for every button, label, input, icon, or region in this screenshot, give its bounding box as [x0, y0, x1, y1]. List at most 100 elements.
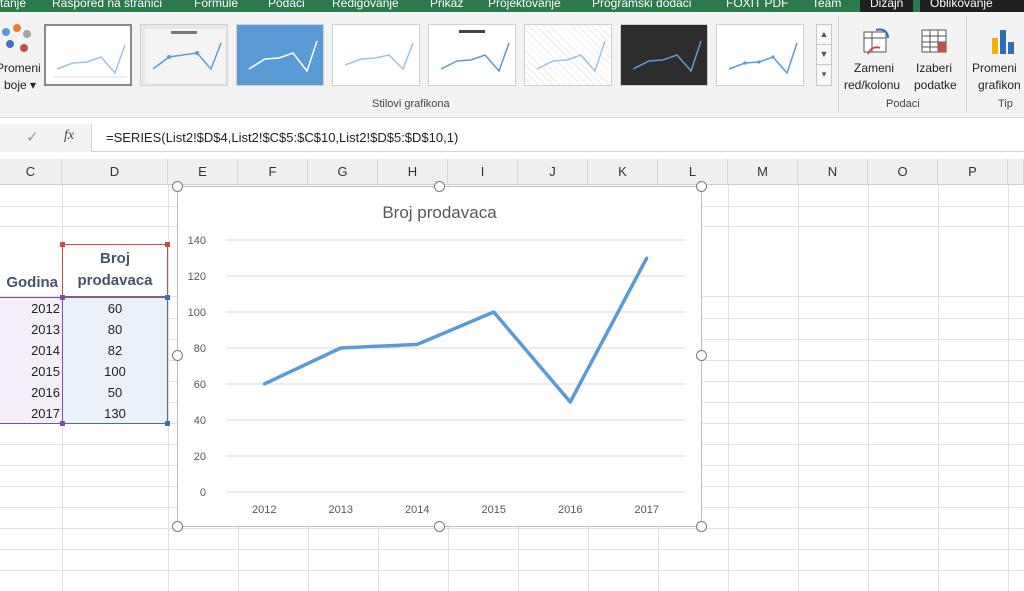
- range-handle[interactable]: [60, 295, 65, 300]
- chart-style-6[interactable]: [524, 24, 612, 86]
- y-tick-label: 120: [188, 271, 206, 283]
- data-point[interactable]: [492, 310, 496, 314]
- resize-handle-top-right[interactable]: [696, 181, 707, 192]
- column-header-j[interactable]: J: [518, 159, 588, 185]
- column-header-p[interactable]: P: [938, 159, 1008, 185]
- scroll-down-icon[interactable]: ▼: [817, 45, 831, 65]
- column-header-o[interactable]: O: [868, 159, 938, 185]
- column-header-f[interactable]: F: [238, 159, 308, 185]
- chart-style-1[interactable]: [44, 24, 132, 86]
- column-header-n[interactable]: N: [798, 159, 868, 185]
- range-handle[interactable]: [60, 242, 65, 247]
- data-point[interactable]: [415, 342, 419, 346]
- formula-bar-controls: ✓ fx: [0, 124, 92, 152]
- palette-icon: [2, 24, 31, 52]
- switch-row-column-icon: [863, 28, 889, 55]
- switch-row-column-button[interactable]: Zameni red/kolonu: [842, 12, 912, 96]
- resize-handle-top[interactable]: [434, 181, 445, 192]
- x-tick-label: 2013: [329, 504, 353, 516]
- switch-row-column-label-1: Zameni: [854, 61, 895, 75]
- chart-style-5[interactable]: [428, 24, 516, 86]
- chart-style-8[interactable]: [716, 24, 804, 86]
- range-handle[interactable]: [60, 421, 65, 426]
- x-tick-label: 2017: [635, 504, 659, 516]
- select-data-icon: [921, 29, 947, 53]
- tab-layout[interactable]: Raspored na stranici: [52, 0, 162, 12]
- range-handle[interactable]: [165, 295, 170, 300]
- tab-format[interactable]: Oblikovanje: [920, 0, 1024, 12]
- gallery-more-icon[interactable]: ▾: [817, 65, 831, 85]
- select-data-label-2: podatke: [914, 78, 957, 92]
- column-header-i[interactable]: I: [448, 159, 518, 185]
- column-header-c[interactable]: C: [0, 159, 62, 185]
- tab-view[interactable]: Prikaz: [430, 0, 463, 12]
- range-handle[interactable]: [165, 242, 170, 247]
- formula-bar: ✓ fx =SERIES(List2!$D$4,List2!$C$5:$C$10…: [0, 124, 1024, 152]
- y-tick-label: 140: [188, 235, 206, 247]
- column-header-d[interactable]: D: [62, 159, 168, 185]
- chart-style-7[interactable]: [620, 24, 708, 86]
- change-colors-label-2: boje ▾: [4, 78, 37, 92]
- data-point[interactable]: [262, 382, 266, 386]
- series-name-outline: [62, 244, 168, 297]
- tab-design[interactable]: Dizajn: [860, 0, 914, 12]
- style-thumbnail-icon: [536, 40, 606, 73]
- style-thumbnail-icon: [728, 42, 798, 75]
- ribbon: Promeni boje ▾ ▲ ▼ ▾ Stilovi grafikona Z…: [0, 12, 1024, 118]
- x-tick-label: 2016: [558, 504, 582, 516]
- chart-type-icon: [992, 30, 1014, 54]
- chart-style-3[interactable]: [236, 24, 324, 86]
- resize-handle-top-left[interactable]: [172, 181, 183, 192]
- tab-developer[interactable]: Projektovanje: [488, 0, 561, 12]
- style-thumbnail-icon: [248, 40, 318, 73]
- series-values-outline: [62, 297, 168, 424]
- y-tick-label: 80: [194, 343, 206, 355]
- chart-plot-area: 0 20 40 60 80 100 120 140 2012 2013 2014 2015 2016 20…: [188, 235, 685, 516]
- excel-window: { "tabs": [ {"id": "tab-0", "label": "ta…: [0, 0, 1024, 591]
- style-thumbnail-icon: [53, 44, 127, 78]
- style-thumbnail-icon: [145, 29, 225, 83]
- column-header-q[interactable]: [1008, 159, 1024, 185]
- column-header-m[interactable]: M: [728, 159, 798, 185]
- change-colors-button[interactable]: Promeni boje ▾: [0, 12, 41, 102]
- scroll-up-icon[interactable]: ▲: [817, 25, 831, 45]
- change-chart-label-1: Promeni: [972, 61, 1017, 75]
- gallery-scroll-control[interactable]: ▲ ▼ ▾: [816, 24, 832, 86]
- tab-addins[interactable]: Programski dodaci: [592, 0, 691, 12]
- x-tick-label: 2014: [405, 504, 429, 516]
- tab-review[interactable]: Redigovanje: [332, 0, 399, 12]
- chart-style-2[interactable]: [140, 24, 228, 86]
- select-data-label-1: Izaberi: [916, 61, 953, 75]
- data-point[interactable]: [339, 346, 343, 350]
- change-colors-label-1: Promeni: [0, 61, 41, 75]
- tab-formulas[interactable]: Formule: [194, 0, 238, 12]
- ribbon-tab-bar: tanje Raspored na stranici Formule Podac…: [0, 0, 1024, 12]
- range-handle[interactable]: [165, 421, 170, 426]
- tab-0[interactable]: tanje: [0, 0, 26, 12]
- chart-style-4[interactable]: [332, 24, 420, 86]
- tab-data[interactable]: Podaci: [268, 0, 305, 12]
- resize-handle-bottom[interactable]: [434, 521, 445, 532]
- resize-handle-bottom-left[interactable]: [172, 521, 183, 532]
- confirm-icon[interactable]: ✓: [26, 128, 39, 146]
- y-tick-label: 100: [188, 307, 206, 319]
- column-header-l[interactable]: L: [658, 159, 728, 185]
- data-point[interactable]: [645, 256, 649, 260]
- select-data-button[interactable]: Izaberi podatke: [912, 12, 964, 96]
- year-header[interactable]: Godina: [0, 274, 58, 291]
- series-line[interactable]: [263, 257, 649, 404]
- resize-handle-bottom-right[interactable]: [696, 521, 707, 532]
- tab-team[interactable]: Team: [812, 0, 841, 12]
- column-header-g[interactable]: G: [308, 159, 378, 185]
- resize-handle-right[interactable]: [696, 350, 707, 361]
- tab-foxit[interactable]: FOXIT PDF: [726, 0, 788, 12]
- column-header-k[interactable]: K: [588, 159, 658, 185]
- line-chart[interactable]: Broj prodavaca 0 20 40 60 80 100 120 140 2012 201…: [177, 186, 702, 527]
- style-thumbnail-icon: [440, 30, 510, 73]
- switch-row-column-label-2: red/kolonu: [844, 78, 901, 92]
- resize-handle-left[interactable]: [172, 350, 183, 361]
- change-chart-type-button[interactable]: Promeni grafikon: [968, 12, 1024, 96]
- formula-input[interactable]: =SERIES(List2!$D$4,List2!$C$5:$C$10,List…: [106, 130, 458, 145]
- insert-function-button[interactable]: fx: [64, 128, 74, 144]
- data-point[interactable]: [568, 400, 572, 404]
